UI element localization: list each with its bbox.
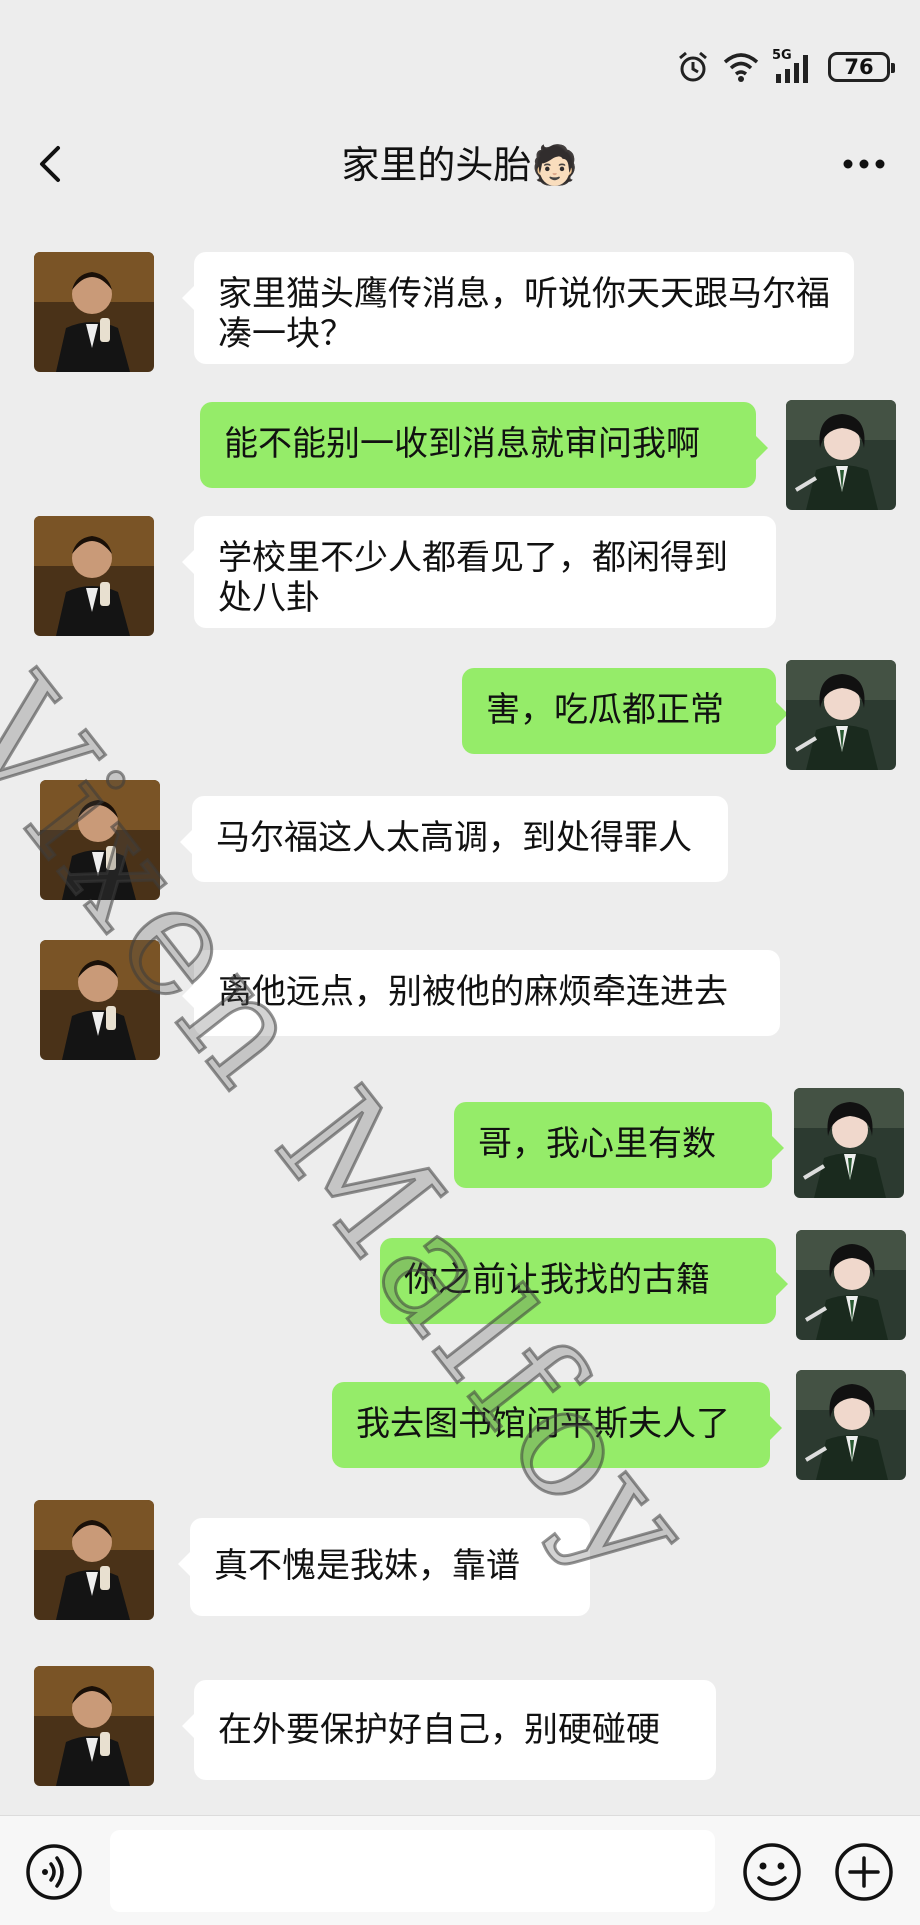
- sister-avatar[interactable]: [794, 1088, 904, 1198]
- message-text: 离他远点，别被他的麻烦牵连进去: [218, 972, 728, 1012]
- voice-icon[interactable]: [24, 1842, 84, 1902]
- message-row: 你之前让我找的古籍: [0, 1230, 920, 1340]
- status-bar: 5G 76: [0, 0, 920, 110]
- message-row: 真不愧是我妹，靠谱: [0, 1500, 920, 1620]
- message-bubble[interactable]: 害，吃瓜都正常: [462, 668, 788, 754]
- message-row: 能不能别一收到消息就审问我啊: [0, 400, 920, 510]
- message-row: 马尔福这人太高调，到处得罪人: [0, 780, 920, 900]
- message-bubble[interactable]: 离他远点，别被他的麻烦牵连进去: [182, 950, 780, 1036]
- message-bubble[interactable]: 你之前让我找的古籍: [380, 1238, 788, 1324]
- message-bubble[interactable]: 学校里不少人都看见了，都闲得到处八卦: [182, 516, 776, 628]
- message-text: 真不愧是我妹，靠谱: [214, 1546, 520, 1586]
- signal-indicator: 5G: [772, 48, 816, 84]
- message-list: 家里猫头鹰传消息，听说你天天跟马尔福凑一块？ 能不能别一收到消息就审问我啊 学校…: [0, 220, 920, 1815]
- sister-avatar[interactable]: [796, 1230, 906, 1340]
- message-bubble[interactable]: 我去图书馆问平斯夫人了: [332, 1382, 782, 1468]
- sister-avatar[interactable]: [786, 660, 896, 770]
- battery-level: 76: [844, 55, 874, 79]
- message-bubble[interactable]: 马尔福这人太高调，到处得罪人: [180, 796, 728, 882]
- message-row: 家里猫头鹰传消息，听说你天天跟马尔福凑一块？: [0, 252, 920, 372]
- wifi-icon: [723, 53, 759, 82]
- chat-title-text: 家里的头胎: [341, 143, 532, 187]
- message-text: 能不能别一收到消息就审问我啊: [224, 424, 700, 464]
- message-row: 哥，我心里有数: [0, 1088, 920, 1198]
- chat-title: 家里的头胎🧑🏻: [0, 140, 920, 190]
- brother-avatar[interactable]: [34, 1500, 154, 1620]
- message-text: 哥，我心里有数: [478, 1124, 716, 1164]
- message-bubble[interactable]: 在外要保护好自己，别硬碰硬: [182, 1680, 716, 1780]
- message-bubble[interactable]: 真不愧是我妹，靠谱: [178, 1518, 590, 1616]
- alarm-icon: [679, 51, 707, 82]
- signal-bars-icon: [776, 55, 808, 83]
- message-text: 学校里不少人都看见了，都闲得到处八卦: [218, 538, 728, 618]
- message-bubble[interactable]: 能不能别一收到消息就审问我啊: [200, 402, 768, 488]
- message-text: 害，吃瓜都正常: [486, 690, 724, 730]
- message-row: 离他远点，别被他的麻烦牵连进去: [0, 940, 920, 1060]
- message-input[interactable]: [110, 1830, 715, 1912]
- message-text: 马尔福这人太高调，到处得罪人: [216, 818, 692, 858]
- brother-avatar[interactable]: [40, 780, 160, 900]
- message-row: 害，吃瓜都正常: [0, 660, 920, 770]
- status-icons: 5G 76: [676, 48, 895, 86]
- message-bubble[interactable]: 家里猫头鹰传消息，听说你天天跟马尔福凑一块？: [182, 252, 854, 364]
- input-bar: [0, 1815, 920, 1925]
- message-row: 我去图书馆问平斯夫人了: [0, 1370, 920, 1480]
- message-bubble[interactable]: 哥，我心里有数: [454, 1102, 784, 1188]
- message-text: 家里猫头鹰传消息，听说你天天跟马尔福凑一块？: [218, 274, 830, 354]
- message-text: 我去图书馆问平斯夫人了: [356, 1404, 730, 1444]
- person-emoji: 🧑🏻: [531, 143, 579, 187]
- message-text: 你之前让我找的古籍: [404, 1260, 710, 1300]
- sister-avatar[interactable]: [786, 400, 896, 510]
- emoji-icon[interactable]: [740, 1840, 804, 1904]
- battery-indicator: 76: [828, 52, 895, 82]
- brother-avatar[interactable]: [34, 516, 154, 636]
- message-row: 学校里不少人都看见了，都闲得到处八卦: [0, 516, 920, 636]
- plus-icon[interactable]: [832, 1840, 896, 1904]
- brother-avatar[interactable]: [34, 1666, 154, 1786]
- brother-avatar[interactable]: [40, 940, 160, 1060]
- message-text: 在外要保护好自己，别硬碰硬: [218, 1710, 660, 1750]
- sister-avatar[interactable]: [796, 1370, 906, 1480]
- brother-avatar[interactable]: [34, 252, 154, 372]
- message-row: 在外要保护好自己，别硬碰硬: [0, 1666, 920, 1786]
- chat-header: 家里的头胎🧑🏻: [0, 110, 920, 220]
- more-options-button[interactable]: [834, 140, 894, 188]
